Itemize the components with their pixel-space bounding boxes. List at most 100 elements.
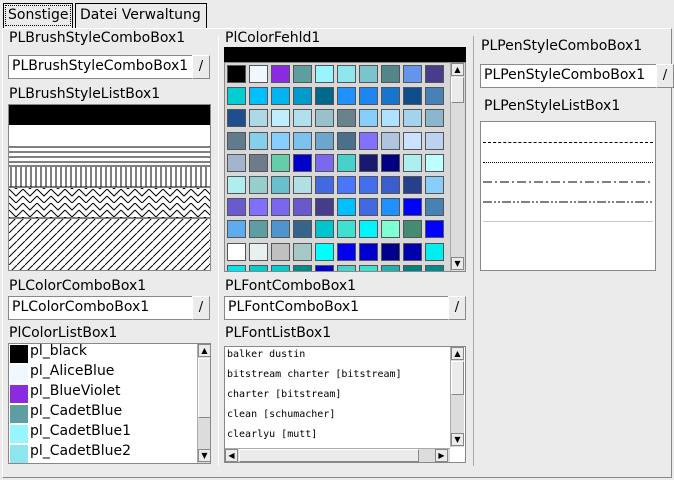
scroll-right-icon[interactable]: ▶ [435,449,448,462]
pen-style-listbox[interactable] [480,121,656,271]
scroll-thumb[interactable] [198,358,210,418]
color-swatch[interactable] [359,87,378,106]
color-combo[interactable]: PLColorComboBox1 [8,296,192,320]
scroll-thumb[interactable] [451,77,464,103]
color-swatch[interactable] [271,264,290,271]
color-swatch[interactable] [337,109,356,128]
font-combo[interactable]: PLFontComboBox1 [224,296,448,320]
color-swatch[interactable] [359,220,378,239]
color-swatch[interactable] [271,176,290,194]
color-swatch[interactable] [271,87,290,106]
color-swatch[interactable] [381,242,400,261]
pen-style-dot[interactable] [483,162,653,163]
color-swatch[interactable] [403,242,422,261]
color-swatch[interactable] [425,153,444,172]
color-swatch[interactable] [359,65,378,83]
color-swatch[interactable] [403,153,422,172]
brush-combo-dropdown-button[interactable]: / [192,55,210,79]
color-listbox[interactable]: pl_black pl_AliceBlue pl_BlueViolet pl_Cade… [8,343,211,464]
color-swatch[interactable] [293,220,312,239]
color-swatch[interactable] [359,176,378,194]
hscroll-thumb[interactable] [239,449,419,462]
color-swatch[interactable] [249,176,268,194]
color-swatch[interactable] [271,242,290,261]
font-list-hscrollbar[interactable]: ◀ ▶ [225,448,450,462]
color-swatch[interactable] [249,87,268,106]
color-swatch[interactable] [315,87,334,106]
color-swatch[interactable] [337,264,356,271]
color-swatch[interactable] [337,198,356,217]
color-swatch[interactable] [425,176,444,194]
color-list-item[interactable]: pl_CadetBlue2 [9,443,197,463]
color-grid-scrollbar[interactable]: ▲ ▼ [450,63,464,271]
color-swatch[interactable] [293,153,312,172]
color-swatch[interactable] [293,65,312,83]
color-swatch[interactable] [293,87,312,106]
color-swatch[interactable] [337,176,356,194]
color-swatch[interactable] [227,198,246,217]
color-swatch[interactable] [249,153,268,172]
color-list-item[interactable]: pl_black [9,344,197,364]
scroll-up-icon[interactable]: ▲ [451,347,464,360]
color-swatch[interactable] [227,153,246,172]
color-list-item[interactable]: pl_AliceBlue [9,363,197,384]
color-swatch[interactable] [315,109,334,128]
color-swatch[interactable] [315,242,334,261]
scroll-down-icon[interactable]: ▼ [451,257,464,270]
color-swatch[interactable] [381,131,400,150]
scroll-down-icon[interactable]: ▼ [198,449,210,462]
color-swatch[interactable] [425,109,444,128]
color-swatch[interactable] [359,242,378,261]
scroll-left-icon[interactable]: ◀ [225,449,238,462]
color-swatch[interactable] [227,242,246,261]
pen-style-dashdot[interactable] [483,180,653,184]
color-swatch[interactable] [315,131,334,150]
scroll-up-icon[interactable]: ▲ [198,344,210,357]
color-list-scrollbar[interactable]: ▲ ▼ [197,344,210,463]
color-list-item[interactable]: pl_CadetBlue [9,403,197,424]
color-swatch[interactable] [381,109,400,128]
color-swatch[interactable] [425,242,444,261]
pen-combo-dropdown-button[interactable]: / [656,64,674,88]
color-swatch[interactable] [381,220,400,239]
color-combo-dropdown-button[interactable]: / [192,296,210,320]
color-swatch[interactable] [425,198,444,217]
tab-sonstige[interactable]: Sonstige [3,3,73,28]
color-swatch[interactable] [249,109,268,128]
color-swatch[interactable] [425,264,444,271]
color-swatch[interactable] [337,220,356,239]
pen-style-combo[interactable]: PLPenStyleComboBox1 [480,64,656,88]
color-swatch[interactable] [403,176,422,194]
color-swatch[interactable] [337,87,356,106]
color-swatch[interactable] [425,65,444,83]
font-list-item[interactable]: clearlyu [mutt] [227,429,317,440]
color-swatch[interactable] [381,65,400,83]
scroll-down-icon[interactable]: ▼ [451,433,464,446]
color-swatch[interactable] [293,264,312,271]
color-swatch[interactable] [359,153,378,172]
color-swatch[interactable] [381,264,400,271]
color-swatch[interactable] [403,264,422,271]
color-swatch[interactable] [403,220,422,239]
pen-style-dash[interactable] [483,142,653,143]
color-swatch[interactable] [425,131,444,150]
color-swatch[interactable] [271,220,290,239]
color-swatch[interactable] [271,131,290,150]
color-grid[interactable]: ▲ ▼ [224,62,466,272]
color-swatch[interactable] [359,131,378,150]
pen-style-dashdotdot[interactable] [483,200,653,204]
font-combo-dropdown-button[interactable]: / [448,296,466,320]
color-swatch[interactable] [381,198,400,217]
color-swatch[interactable] [271,109,290,128]
color-swatch[interactable] [403,131,422,150]
scroll-up-icon[interactable]: ▲ [451,63,464,76]
color-swatch[interactable] [293,176,312,194]
color-swatch[interactable] [425,87,444,106]
color-swatch[interactable] [359,264,378,271]
color-swatch[interactable] [315,65,334,83]
color-swatch[interactable] [315,220,334,239]
color-swatch[interactable] [271,198,290,217]
color-swatch[interactable] [227,109,246,128]
color-swatch[interactable] [293,131,312,150]
color-swatch[interactable] [227,131,246,150]
